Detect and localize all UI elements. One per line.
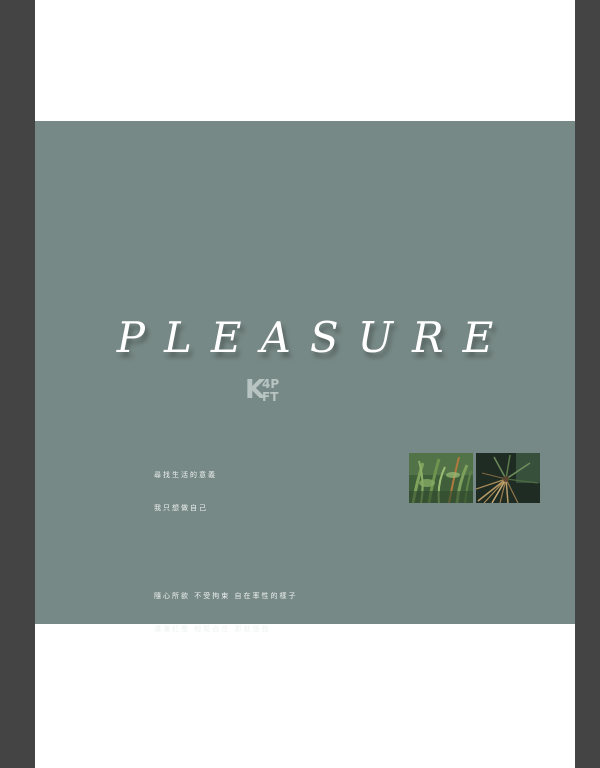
poem-text: 尋找生活的意義 我只想做自己 隨心所欲 不受拘束 自在率性的樣子 瀟灑紅塵 輕鬆… — [154, 426, 297, 679]
logo-bottom: FT — [262, 390, 279, 404]
color-band: PLEASURE K 4P FT 尋找生活的意義 我只想做自己 隨心所欲 不受拘… — [35, 121, 575, 633]
green-plants-image — [409, 453, 473, 503]
poem-line: 瀟灑紅塵 輕鬆自在 那就是我 — [154, 625, 271, 633]
photo-green-plants — [409, 453, 473, 503]
poem-paragraph-1: 尋找生活的意義 我只想做自己 — [154, 448, 297, 536]
poem-line: 隨心所欲 不受拘束 自在率性的樣子 — [154, 592, 298, 600]
palm-fronds-image — [476, 453, 540, 503]
document-page: PLEASURE K 4P FT 尋找生活的意義 我只想做自己 隨心所欲 不受拘… — [35, 0, 575, 768]
page-title: PLEASURE — [116, 313, 513, 362]
poem-line: 尋找生活的意義 — [154, 471, 217, 479]
logo: K 4P FT — [245, 375, 285, 409]
logo-top: 4P — [262, 377, 280, 391]
poem-line: 我只想做自己 — [154, 504, 208, 512]
photo-palm-fronds — [476, 453, 540, 503]
poem-paragraph-2: 隨心所欲 不受拘束 自在率性的樣子 瀟灑紅塵 輕鬆自在 那就是我 — [154, 569, 297, 657]
